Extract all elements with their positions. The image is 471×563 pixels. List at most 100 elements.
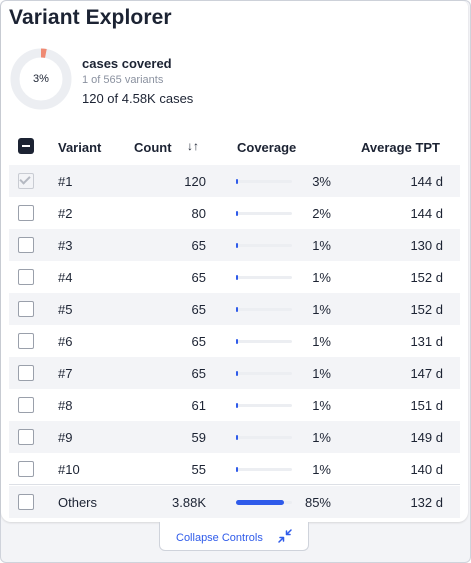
collapse-arrows-icon [278,529,292,543]
others-divider [9,484,460,485]
coverage-percent: 1% [312,238,331,253]
coverage-percent: 3% [312,174,331,189]
coverage-percent: 1% [312,462,331,477]
variant-label: #6 [58,334,73,349]
count-value: 65 [191,334,206,349]
table-row[interactable]: #8 61 1% 151 d [9,389,460,421]
count-value: 80 [191,206,206,221]
coverage-bar [236,307,292,312]
donut-label: 3% [33,73,49,85]
coverage-percent: 85% [304,495,331,510]
table-row[interactable]: #6 65 1% 131 d [9,325,460,357]
variant-label: #5 [58,302,73,317]
row-checkbox[interactable] [18,397,34,413]
average-tpt-value: 144 d [410,174,443,189]
row-checkbox[interactable] [18,301,34,317]
header-variant[interactable]: Variant [58,140,101,155]
variant-label: #8 [58,398,73,413]
row-checkbox[interactable] [18,429,34,445]
coverage-bar-fill [236,211,238,216]
row-checkbox[interactable] [18,205,34,221]
sort-icon[interactable]: ↓↑ [187,139,199,153]
coverage-percent: 1% [312,430,331,445]
average-tpt-value: 152 d [410,270,443,285]
table-row[interactable]: #3 65 1% 130 d [9,229,460,261]
row-checkbox[interactable] [18,237,34,253]
coverage-bar [236,371,292,376]
page-title: Variant Explorer [9,6,172,29]
table-row[interactable]: #1 120 3% 144 d [9,165,460,197]
coverage-bar [236,500,292,505]
average-tpt-value: 149 d [410,430,443,445]
coverage-bar-fill [236,371,238,376]
header-count[interactable]: Count [134,140,172,155]
row-checkbox[interactable] [18,365,34,381]
coverage-bar [236,435,292,440]
coverage-percent: 1% [312,302,331,317]
variant-label: #3 [58,238,73,253]
average-tpt-value: 132 d [410,495,443,510]
coverage-bar [236,179,292,184]
coverage-donut: 3% [9,47,73,111]
coverage-bar-fill [236,435,238,440]
coverage-bar-fill [236,500,284,505]
summary-cases: 120 of 4.58K cases [82,91,194,106]
average-tpt-value: 140 d [410,462,443,477]
variant-label: #2 [58,206,73,221]
coverage-bar-fill [236,275,238,280]
coverage-bar-fill [236,243,238,248]
row-checkbox[interactable] [18,173,34,189]
row-checkbox[interactable] [18,333,34,349]
variant-label: #9 [58,430,73,445]
table-header: Variant Count Coverage Average TPT [1,133,468,161]
summary-variants: 1 of 565 variants [82,74,164,86]
collapse-controls-button[interactable]: Collapse Controls [159,522,309,551]
coverage-bar-fill [236,179,238,184]
row-checkbox[interactable] [18,269,34,285]
coverage-percent: 2% [312,206,331,221]
variant-explorer-panel: Variant Explorer 3% cases covered 1 of 5… [1,1,468,522]
header-coverage[interactable]: Coverage [237,140,296,155]
coverage-percent: 1% [312,366,331,381]
coverage-bar [236,403,292,408]
count-value: 65 [191,238,206,253]
average-tpt-value: 131 d [410,334,443,349]
coverage-bar [236,467,292,472]
variant-label: Others [58,495,98,510]
count-value: 59 [191,430,206,445]
variant-label: #1 [58,174,73,189]
table-row[interactable]: #2 80 2% 144 d [9,197,460,229]
average-tpt-value: 130 d [410,238,443,253]
coverage-percent: 1% [312,334,331,349]
summary-heading: cases covered [82,56,172,71]
count-value: 55 [191,462,206,477]
coverage-bar-fill [236,467,238,472]
collapse-controls-label: Collapse Controls [176,532,263,544]
count-value: 65 [191,302,206,317]
average-tpt-value: 144 d [410,206,443,221]
others-row[interactable]: Others 3.88K 85% 132 d [9,486,460,518]
average-tpt-value: 151 d [410,398,443,413]
table-row[interactable]: #10 55 1% 140 d [9,453,460,485]
row-checkbox[interactable] [18,494,34,510]
coverage-bar [236,243,292,248]
variant-label: #7 [58,366,73,381]
coverage-bar [236,211,292,216]
average-tpt-value: 147 d [410,366,443,381]
count-value: 3.88K [172,495,206,510]
table-row[interactable]: #4 65 1% 152 d [9,261,460,293]
header-average-tpt[interactable]: Average TPT [361,140,440,155]
table-row[interactable]: #7 65 1% 147 d [9,357,460,389]
row-checkbox[interactable] [18,461,34,477]
count-value: 65 [191,270,206,285]
count-value: 65 [191,366,206,381]
coverage-bar-fill [236,403,238,408]
coverage-bar-fill [236,307,238,312]
coverage-bar [236,339,292,344]
coverage-percent: 1% [312,398,331,413]
coverage-bar [236,275,292,280]
table-row[interactable]: #9 59 1% 149 d [9,421,460,453]
count-value: 61 [191,398,206,413]
variant-label: #10 [58,462,80,477]
table-row[interactable]: #5 65 1% 152 d [9,293,460,325]
